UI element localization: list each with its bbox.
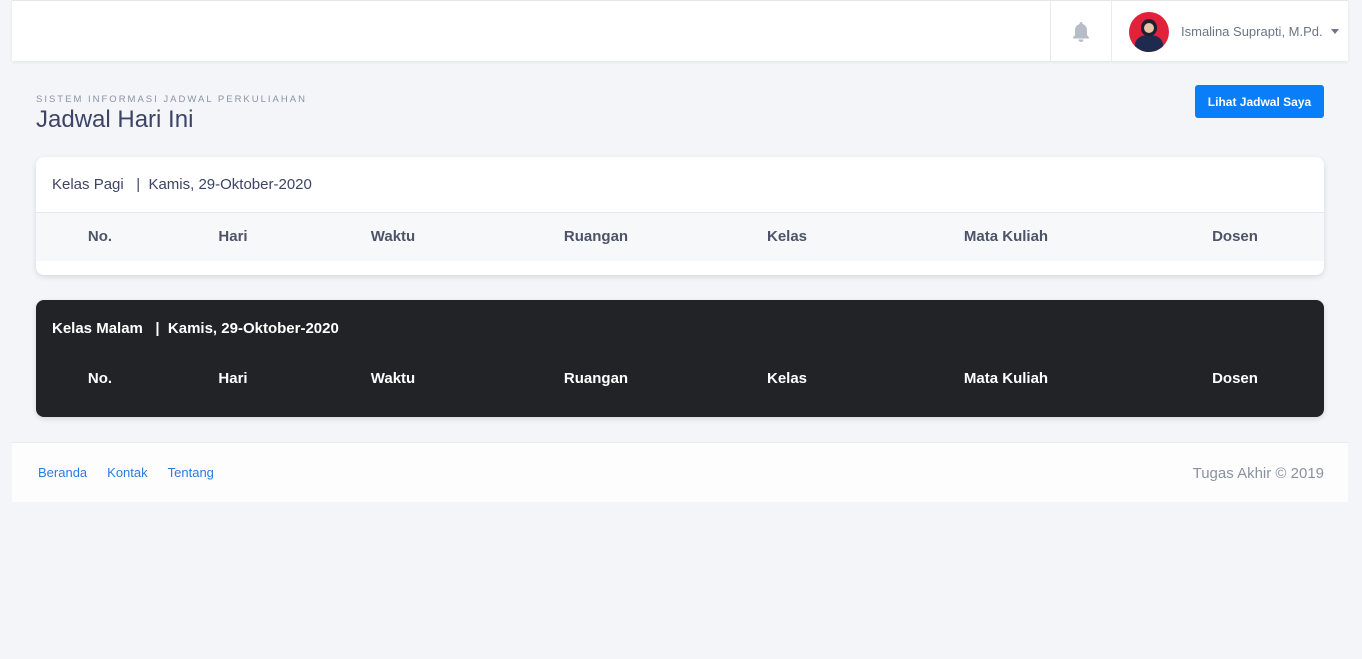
column-header-kelas: Kelas <box>766 370 808 387</box>
footer-link-tentang[interactable]: Tentang <box>168 465 214 480</box>
footer-nav: Beranda Kontak Tentang <box>38 465 214 480</box>
view-my-schedule-button[interactable]: Lihat Jadwal Saya <box>1195 85 1324 118</box>
page-title: Jadwal Hari Ini <box>36 106 194 133</box>
caret-down-icon <box>1330 29 1339 34</box>
column-header-ruangan: Ruangan <box>563 228 629 245</box>
copyright-text: Tugas Akhir © 2019 <box>1192 465 1324 482</box>
page-subtitle: SISTEM INFORMASI JADWAL PERKULIAHAN <box>36 94 307 105</box>
column-header-hari: Hari <box>218 370 248 387</box>
footer-link-kontak[interactable]: Kontak <box>107 465 147 480</box>
column-header-mata-kuliah: Mata Kuliah <box>963 370 1049 387</box>
footer-link-beranda[interactable]: Beranda <box>38 465 87 480</box>
column-header-no: No. <box>87 228 113 245</box>
evening-schedule-card: Kelas Malam | Kamis, 29-Oktober-2020 No.… <box>36 300 1324 417</box>
column-header-mata-kuliah: Mata Kuliah <box>963 228 1049 245</box>
user-name: Ismalina Suprapti, M.Pd. <box>1181 24 1323 39</box>
evening-table-header: No. Hari Waktu Ruangan Kelas Mata Kuliah… <box>36 357 1324 401</box>
column-header-ruangan: Ruangan <box>563 370 629 387</box>
column-header-hari: Hari <box>218 228 248 245</box>
user-menu[interactable]: Ismalina Suprapti, M.Pd. <box>1111 1 1348 62</box>
column-header-waktu: Waktu <box>370 370 416 387</box>
notification-button[interactable] <box>1050 1 1111 62</box>
top-navbar: Ismalina Suprapti, M.Pd. <box>12 0 1348 62</box>
footer: Beranda Kontak Tentang Tugas Akhir © 201… <box>12 442 1348 502</box>
evening-card-header: Kelas Malam | Kamis, 29-Oktober-2020 <box>52 320 339 337</box>
bell-icon <box>1073 21 1089 42</box>
column-header-kelas: Kelas <box>766 228 808 245</box>
avatar <box>1129 11 1169 52</box>
column-header-dosen: Dosen <box>1212 228 1258 245</box>
morning-schedule-card: Kelas Pagi | Kamis, 29-Oktober-2020 No. … <box>36 157 1324 275</box>
column-header-dosen: Dosen <box>1212 370 1258 387</box>
morning-card-header: Kelas Pagi | Kamis, 29-Oktober-2020 <box>36 157 1324 213</box>
column-header-waktu: Waktu <box>370 228 416 245</box>
morning-table-header: No. Hari Waktu Ruangan Kelas Mata Kuliah… <box>36 213 1324 261</box>
column-header-no: No. <box>87 370 113 387</box>
